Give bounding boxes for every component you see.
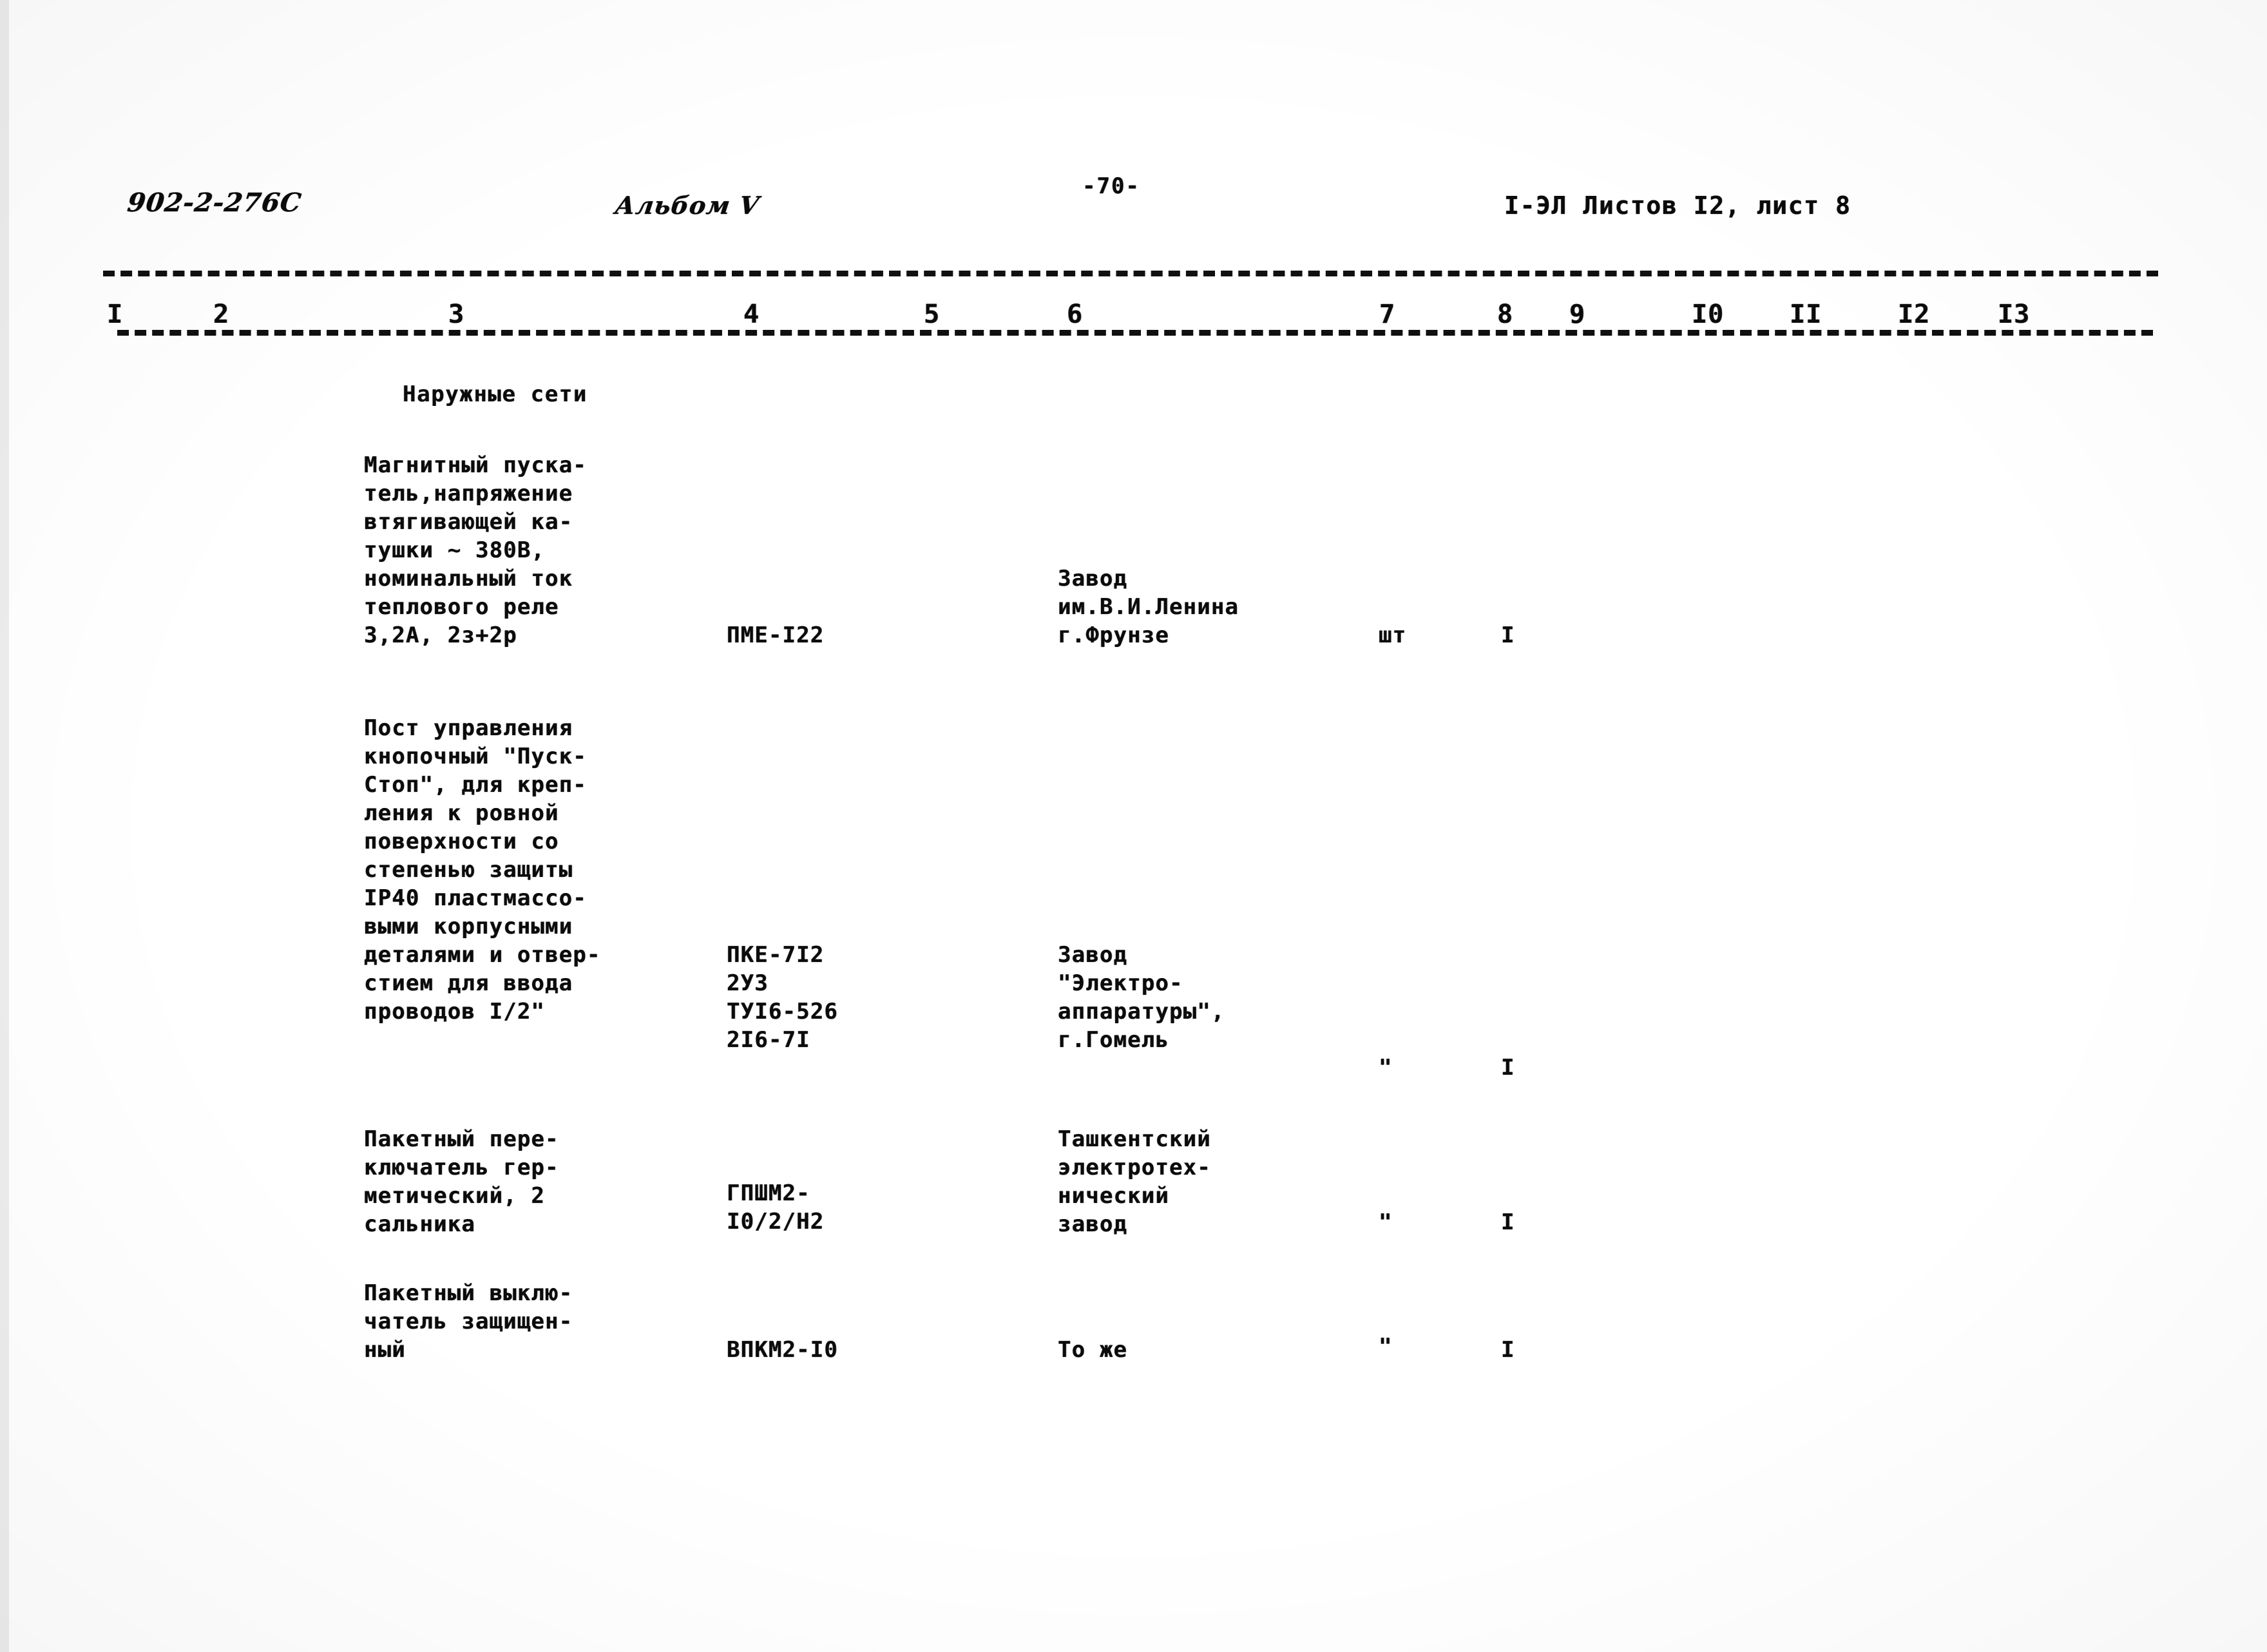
row-type-code: ПКЕ-7I2 2У3 ТУI6-526 2I6-7I xyxy=(727,942,838,1053)
column-number-6: 6 xyxy=(1063,302,1087,327)
column-number-4: 4 xyxy=(740,302,764,327)
column-number-2: 2 xyxy=(209,302,234,327)
column-number-9: 9 xyxy=(1565,302,1590,327)
column-number-12: I2 xyxy=(1894,302,1935,327)
section-caption-outdoor-networks: Наружные сети xyxy=(403,381,588,407)
table-row: Пакетный пере- ключатель гер- метический… xyxy=(364,1126,559,1237)
table-rule-bottom xyxy=(117,330,2153,336)
table-row: Пост управления кнопочный "Пуск- Стоп", … xyxy=(364,715,601,1024)
row-quantity: I xyxy=(1501,1337,1515,1363)
row-unit: " xyxy=(1379,1055,1393,1081)
row-manufacturer: То же xyxy=(1058,1337,1128,1363)
row-manufacturer: Завод им.В.И.Ленина г.Фрунзе xyxy=(1058,566,1239,648)
row-quantity: I xyxy=(1501,622,1515,648)
row-quantity: I xyxy=(1501,1209,1515,1235)
column-number-11: II xyxy=(1786,302,1826,327)
page-number: -70- xyxy=(1082,173,1140,199)
row-quantity: I xyxy=(1501,1055,1515,1081)
row-manufacturer: Завод "Электро- аппаратуры", г.Гомель xyxy=(1058,942,1225,1053)
document-code: 902-2-276С xyxy=(126,187,303,218)
table-rule-top xyxy=(103,271,2158,276)
column-number-3: 3 xyxy=(445,302,469,327)
row-manufacturer: Ташкентский электротех- нический завод xyxy=(1058,1126,1211,1237)
scan-edge-artifact xyxy=(0,0,9,1652)
row-unit: " xyxy=(1379,1334,1393,1359)
column-number-1: I xyxy=(103,302,128,327)
column-number-10: I0 xyxy=(1688,302,1728,327)
column-number-5: 5 xyxy=(920,302,944,327)
row-type-code: ГПШМ2- I0/2/Н2 xyxy=(727,1180,825,1234)
scan-grain-overlay xyxy=(0,0,2267,1652)
row-unit: шт xyxy=(1379,622,1407,648)
row-type-code: ВПКМ2-I0 xyxy=(727,1337,838,1363)
column-number-13: I3 xyxy=(1994,302,2034,327)
album-label: Альбом V xyxy=(613,191,761,220)
sheet-reference: I-ЭЛ Листов I2, лист 8 xyxy=(1504,191,1851,220)
column-number-7: 7 xyxy=(1375,302,1400,327)
column-number-8: 8 xyxy=(1493,302,1518,327)
scanned-page: 902-2-276С Альбом V -70- I-ЭЛ Листов I2,… xyxy=(0,0,2267,1652)
table-row: Магнитный пуска- тель,напряжение втягива… xyxy=(364,452,587,648)
row-type-code: ПМЕ-I22 xyxy=(727,622,825,648)
table-row: Пакетный выклю- чатель защищен- ный xyxy=(364,1280,573,1363)
row-unit: " xyxy=(1379,1209,1393,1235)
